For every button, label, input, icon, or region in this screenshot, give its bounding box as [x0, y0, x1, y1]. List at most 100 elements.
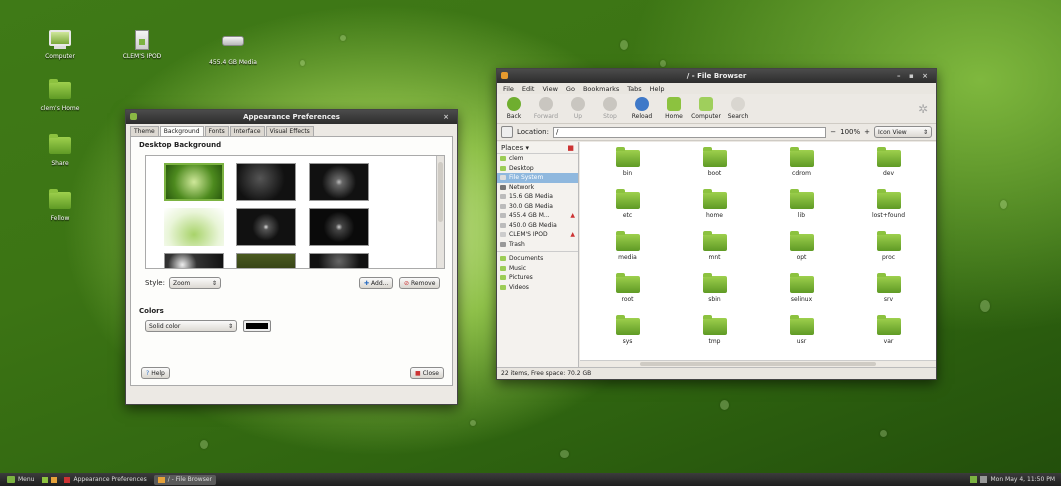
- wallpaper-thumb[interactable]: [164, 208, 224, 246]
- tab-visual-effects[interactable]: Visual Effects: [265, 126, 314, 136]
- wallpaper-thumb[interactable]: [236, 208, 296, 246]
- sidebar-item-videos[interactable]: Videos: [497, 283, 578, 293]
- menu-bookmarks[interactable]: Bookmarks: [583, 85, 619, 93]
- folder-item[interactable]: home: [671, 188, 758, 230]
- home-button[interactable]: Home: [659, 97, 689, 120]
- folder-item[interactable]: lib: [758, 188, 845, 230]
- desktop-icon-fellow[interactable]: Fellow: [25, 189, 95, 222]
- folder-item[interactable]: lost+found: [845, 188, 932, 230]
- sidebar-item-pictures[interactable]: Pictures: [497, 273, 578, 283]
- folder-item[interactable]: media: [584, 230, 671, 272]
- menu-edit[interactable]: Edit: [522, 85, 535, 93]
- clock[interactable]: Mon May 4, 11:50 PM: [991, 476, 1056, 483]
- stop-button[interactable]: Stop: [595, 97, 625, 120]
- folder-item[interactable]: bin: [584, 146, 671, 188]
- sidebar-item-trash[interactable]: Trash: [497, 240, 578, 250]
- color-swatch-button[interactable]: [243, 320, 271, 332]
- wallpaper-list[interactable]: [145, 155, 445, 269]
- zoom-in-icon[interactable]: +: [864, 128, 870, 136]
- tab-interface[interactable]: Interface: [229, 126, 265, 136]
- sidebar-item-media-15[interactable]: 15.6 GB Media: [497, 192, 578, 202]
- file-view[interactable]: bin boot cdrom dev etc home lib lost+fou…: [580, 142, 936, 367]
- window-menu-icon[interactable]: [130, 113, 137, 120]
- folder-item[interactable]: proc: [845, 230, 932, 272]
- wallpaper-thumb[interactable]: [164, 163, 224, 201]
- back-button[interactable]: Back: [499, 97, 529, 120]
- reload-button[interactable]: Reload: [627, 97, 657, 120]
- terminal-icon[interactable]: [51, 476, 58, 483]
- wallpaper-thumb[interactable]: [236, 253, 296, 268]
- desktop-icon-share[interactable]: Share: [25, 134, 95, 167]
- menu-go[interactable]: Go: [566, 85, 575, 93]
- folder-item[interactable]: boot: [671, 146, 758, 188]
- help-button[interactable]: ? Help: [141, 367, 170, 379]
- appearance-titlebar[interactable]: Appearance Preferences ×: [126, 110, 457, 124]
- desktop-icon-home[interactable]: clem's Home: [25, 79, 95, 112]
- wallpaper-thumb[interactable]: [309, 253, 369, 268]
- folder-item[interactable]: opt: [758, 230, 845, 272]
- menu-view[interactable]: View: [542, 85, 557, 93]
- tab-fonts[interactable]: Fonts: [204, 126, 229, 136]
- close-icon[interactable]: ×: [443, 110, 452, 124]
- folder-item[interactable]: tmp: [671, 314, 758, 356]
- wallpaper-thumb[interactable]: [236, 163, 296, 201]
- places-select[interactable]: Places: [501, 144, 523, 152]
- tab-background[interactable]: Background: [159, 126, 204, 136]
- sidebar-item-network[interactable]: Network: [497, 183, 578, 193]
- style-select[interactable]: Zoom ⇕: [168, 277, 221, 289]
- sidebar-item-music[interactable]: Music: [497, 264, 578, 274]
- search-button[interactable]: Search: [723, 97, 753, 120]
- color-mode-select[interactable]: Solid color ⇕: [145, 320, 237, 332]
- computer-button[interactable]: Computer: [691, 97, 721, 120]
- wallpaper-thumb[interactable]: [309, 163, 369, 201]
- folder-item[interactable]: cdrom: [758, 146, 845, 188]
- folder-item[interactable]: root: [584, 272, 671, 314]
- up-button[interactable]: Up: [563, 97, 593, 120]
- folder-item[interactable]: usr: [758, 314, 845, 356]
- show-desktop-icon[interactable]: [42, 476, 49, 483]
- sidebar-item-ipod[interactable]: CLEM'S IPOD ▲: [497, 230, 578, 240]
- horizontal-scrollbar[interactable]: [580, 360, 936, 367]
- wallpaper-thumb[interactable]: [164, 253, 224, 268]
- menu-button[interactable]: Menu: [3, 475, 38, 485]
- task-file-browser[interactable]: / - File Browser: [153, 474, 216, 485]
- sidebar-item-clem[interactable]: clem: [497, 154, 578, 164]
- window-menu-icon[interactable]: [501, 72, 508, 79]
- menu-help[interactable]: Help: [650, 85, 665, 93]
- volume-icon[interactable]: [979, 476, 987, 483]
- folder-item[interactable]: selinux: [758, 272, 845, 314]
- window-controls[interactable]: – ▪ ×: [897, 69, 931, 83]
- location-input[interactable]: /: [552, 126, 827, 138]
- sidebar-item-media-450[interactable]: 450.0 GB Media: [497, 221, 578, 231]
- close-sidebar-icon[interactable]: ■: [567, 144, 574, 152]
- zoom-out-icon[interactable]: −: [830, 128, 836, 136]
- sidebar-item-media-455[interactable]: 455.4 GB M... ▲: [497, 211, 578, 221]
- folder-item[interactable]: var: [845, 314, 932, 356]
- folder-item[interactable]: dev: [845, 146, 932, 188]
- desktop-icon-media[interactable]: 455.4 GB Media: [198, 30, 268, 66]
- wallpaper-scrollbar[interactable]: [436, 156, 444, 268]
- desktop-icon-ipod[interactable]: CLEM'S IPOD: [107, 30, 177, 60]
- task-appearance[interactable]: Appearance Preferences: [60, 475, 150, 485]
- folder-item[interactable]: etc: [584, 188, 671, 230]
- folder-item[interactable]: srv: [845, 272, 932, 314]
- wallpaper-thumb[interactable]: [309, 208, 369, 246]
- sidebar-item-media-30[interactable]: 30.0 GB Media: [497, 202, 578, 212]
- sidebar-item-desktop[interactable]: Desktop: [497, 164, 578, 174]
- browser-titlebar[interactable]: / - File Browser – ▪ ×: [497, 69, 936, 83]
- tab-theme[interactable]: Theme: [130, 126, 159, 136]
- sidebar-item-documents[interactable]: Documents: [497, 254, 578, 264]
- add-wallpaper-button[interactable]: ✚ Add...: [359, 277, 394, 289]
- view-mode-select[interactable]: Icon View ⇕: [874, 126, 932, 138]
- remove-wallpaper-button[interactable]: ⊘ Remove: [399, 277, 441, 289]
- sidebar-item-file-system[interactable]: File System: [497, 173, 578, 183]
- network-icon[interactable]: [969, 476, 977, 483]
- menu-tabs[interactable]: Tabs: [627, 85, 641, 93]
- folder-item[interactable]: sbin: [671, 272, 758, 314]
- forward-button[interactable]: Forward: [531, 97, 561, 120]
- desktop-icon-computer[interactable]: Computer: [25, 30, 95, 60]
- close-button[interactable]: ■ Close: [409, 367, 444, 379]
- menu-file[interactable]: File: [503, 85, 514, 93]
- folder-item[interactable]: mnt: [671, 230, 758, 272]
- edit-location-icon[interactable]: [501, 126, 513, 138]
